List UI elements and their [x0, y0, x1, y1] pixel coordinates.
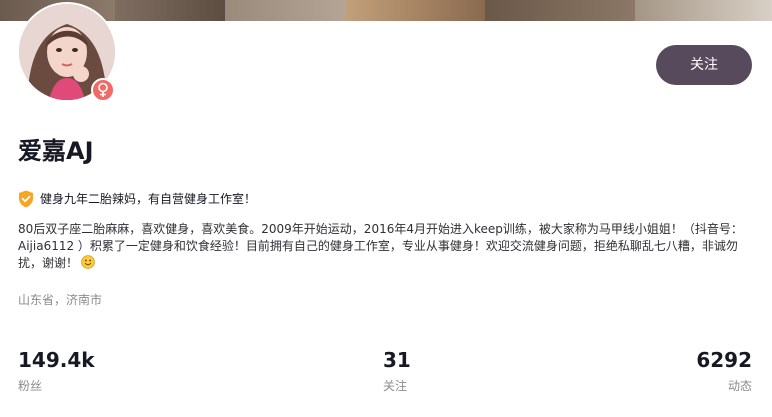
stat-followers-value: 149.4k [18, 348, 95, 372]
stat-posts[interactable]: 6292 动态 [696, 346, 752, 395]
stat-posts-label: 动态 [727, 379, 752, 393]
stat-following-value: 31 [383, 348, 411, 372]
smile-emoji-icon [81, 255, 95, 269]
avatar-container [17, 2, 117, 102]
stat-posts-value: 6292 [696, 348, 752, 372]
profile-page: 关注 爱嘉AJ 健身九年二胎辣妈，有自营健身工作室！ 80后双子座二胎麻麻，喜欢… [0, 0, 772, 417]
follow-button[interactable]: 关注 [656, 45, 752, 85]
verification-row: 健身九年二胎辣妈，有自营健身工作室！ [18, 189, 256, 209]
shield-check-icon [19, 190, 33, 208]
stat-following[interactable]: 31 关注 [383, 346, 411, 395]
verification-text: 健身九年二胎辣妈，有自营健身工作室！ [40, 192, 257, 206]
bio-text: 80后双子座二胎麻麻，喜欢健身，喜欢美食。2009年开始运动，2016年4月开始… [18, 222, 743, 270]
female-icon [91, 78, 115, 102]
stat-following-label: 关注 [383, 379, 408, 393]
profile-location: 山东省，济南市 [18, 293, 103, 307]
profile-bio: 80后双子座二胎麻麻，喜欢健身，喜欢美食。2009年开始运动，2016年4月开始… [18, 221, 748, 272]
stat-followers[interactable]: 149.4k 粉丝 [18, 346, 95, 395]
stat-followers-label: 粉丝 [18, 379, 43, 393]
profile-nickname: 爱嘉AJ [18, 137, 94, 165]
